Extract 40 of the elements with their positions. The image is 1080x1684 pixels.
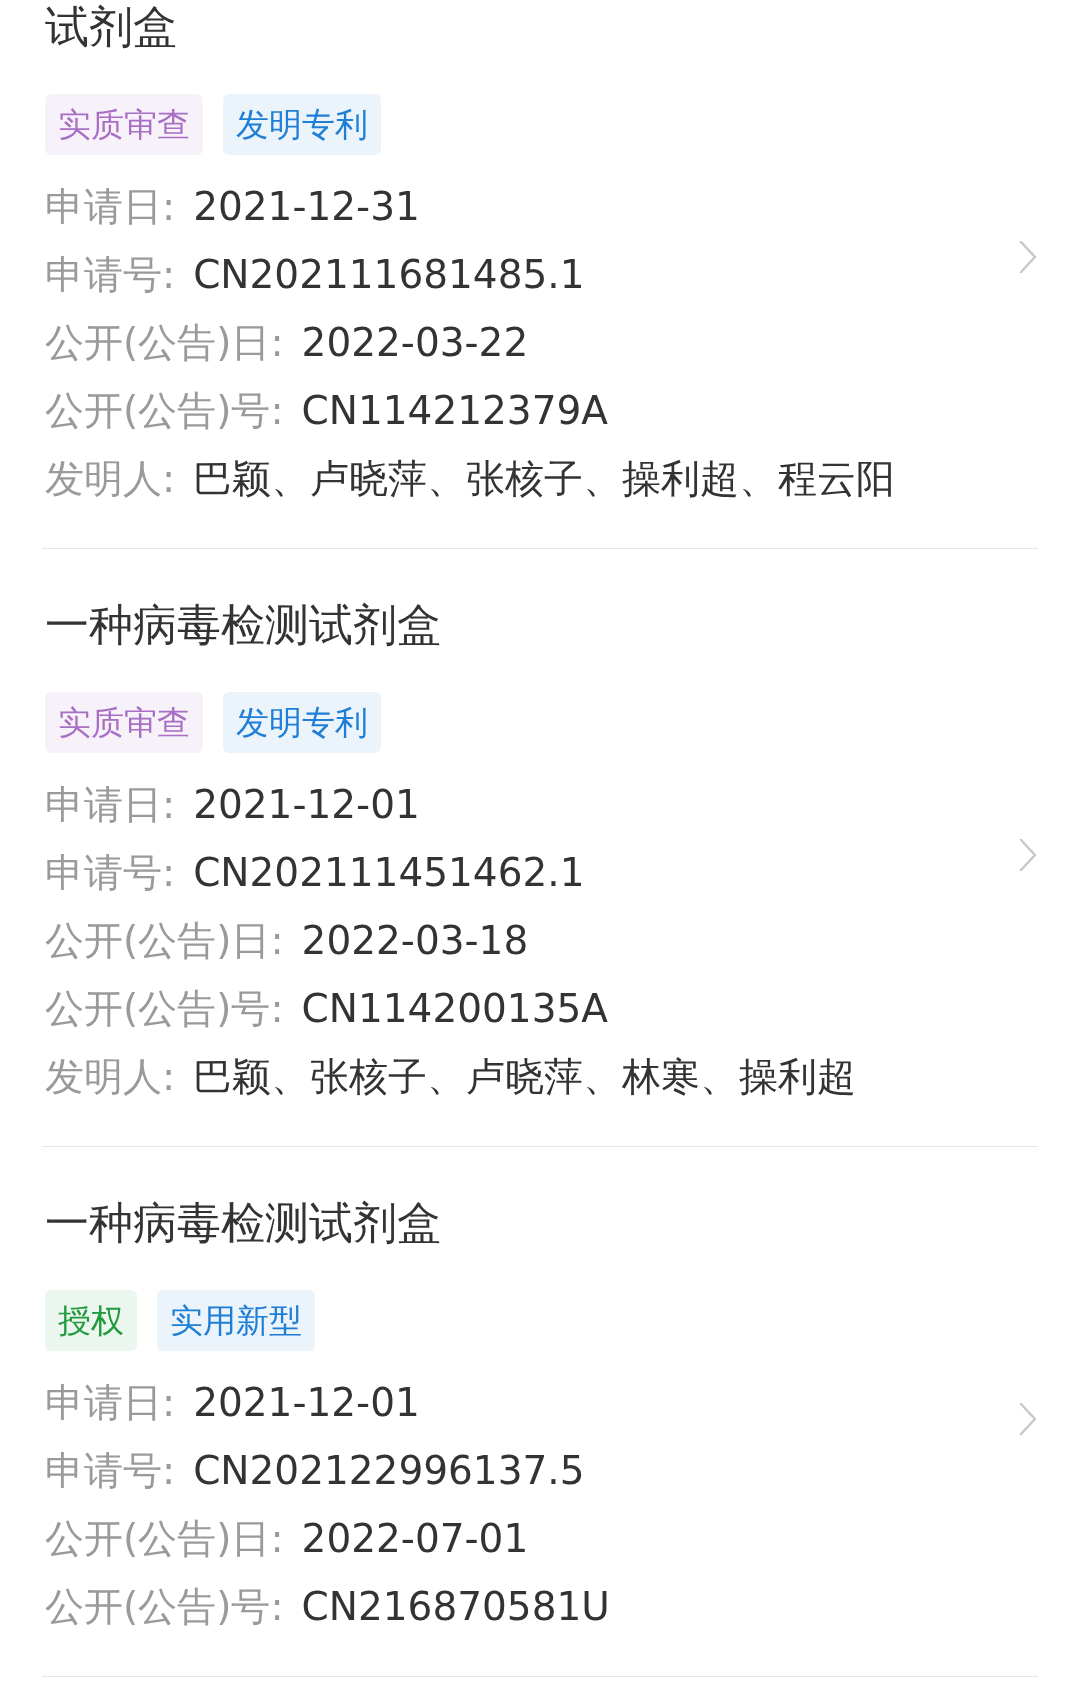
- field-value: CN202111451462.1: [193, 850, 585, 895]
- field-value: CN114212379A: [301, 388, 608, 433]
- field-label: 申请号:: [45, 850, 176, 895]
- status-tag: 实用新型: [157, 1290, 315, 1351]
- patent-title: 试剂盒: [45, 1, 178, 53]
- field-label: 发明人:: [45, 456, 176, 501]
- patent-title: 一种病毒检测试剂盒: [45, 1197, 442, 1249]
- field-value: CN216870581U: [301, 1584, 610, 1629]
- status-tag: 实质审查: [45, 692, 203, 753]
- status-tag: 授权: [45, 1290, 137, 1351]
- field-value: 2021-12-01: [193, 782, 420, 827]
- field-label: 公开(公告)号:: [45, 986, 284, 1031]
- field-label: 公开(公告)日:: [45, 1516, 284, 1561]
- status-tag: 实质审查: [45, 94, 203, 155]
- chevron-right-icon[interactable]: [1018, 239, 1038, 275]
- field-value: 2022-03-22: [301, 320, 529, 365]
- field-label: 公开(公告)号:: [45, 388, 284, 433]
- chevron-right-icon[interactable]: [1018, 837, 1038, 873]
- field-value: CN202111681485.1: [193, 252, 585, 297]
- field-label: 公开(公告)日:: [45, 918, 284, 963]
- field-label: 发明人:: [45, 1054, 176, 1099]
- field-label: 公开(公告)号:: [45, 1584, 284, 1629]
- field-value: 2021-12-31: [193, 184, 420, 229]
- field-value: 2022-03-18: [301, 918, 529, 963]
- field-value: 2021-12-01: [193, 1380, 420, 1425]
- field-value: 巴颖、卢晓萍、张核子、操利超、程云阳: [193, 456, 896, 501]
- patent-title: 一种病毒检测试剂盒: [45, 599, 442, 651]
- field-label: 申请日:: [45, 1380, 176, 1425]
- field-value: CN202122996137.5: [193, 1448, 585, 1493]
- field-value: 巴颖、张核子、卢晓萍、林寒、操利超: [193, 1054, 857, 1099]
- field-value: 2022-07-01: [301, 1516, 529, 1561]
- chevron-right-icon[interactable]: [1018, 1401, 1038, 1437]
- field-label: 申请日:: [45, 782, 176, 827]
- status-tag: 发明专利: [223, 94, 381, 155]
- field-value: CN114200135A: [301, 986, 608, 1031]
- field-label: 申请日:: [45, 184, 176, 229]
- field-label: 申请号:: [45, 252, 176, 297]
- field-label: 申请号:: [45, 1448, 176, 1493]
- field-label: 公开(公告)日:: [45, 320, 284, 365]
- status-tag: 发明专利: [223, 692, 381, 753]
